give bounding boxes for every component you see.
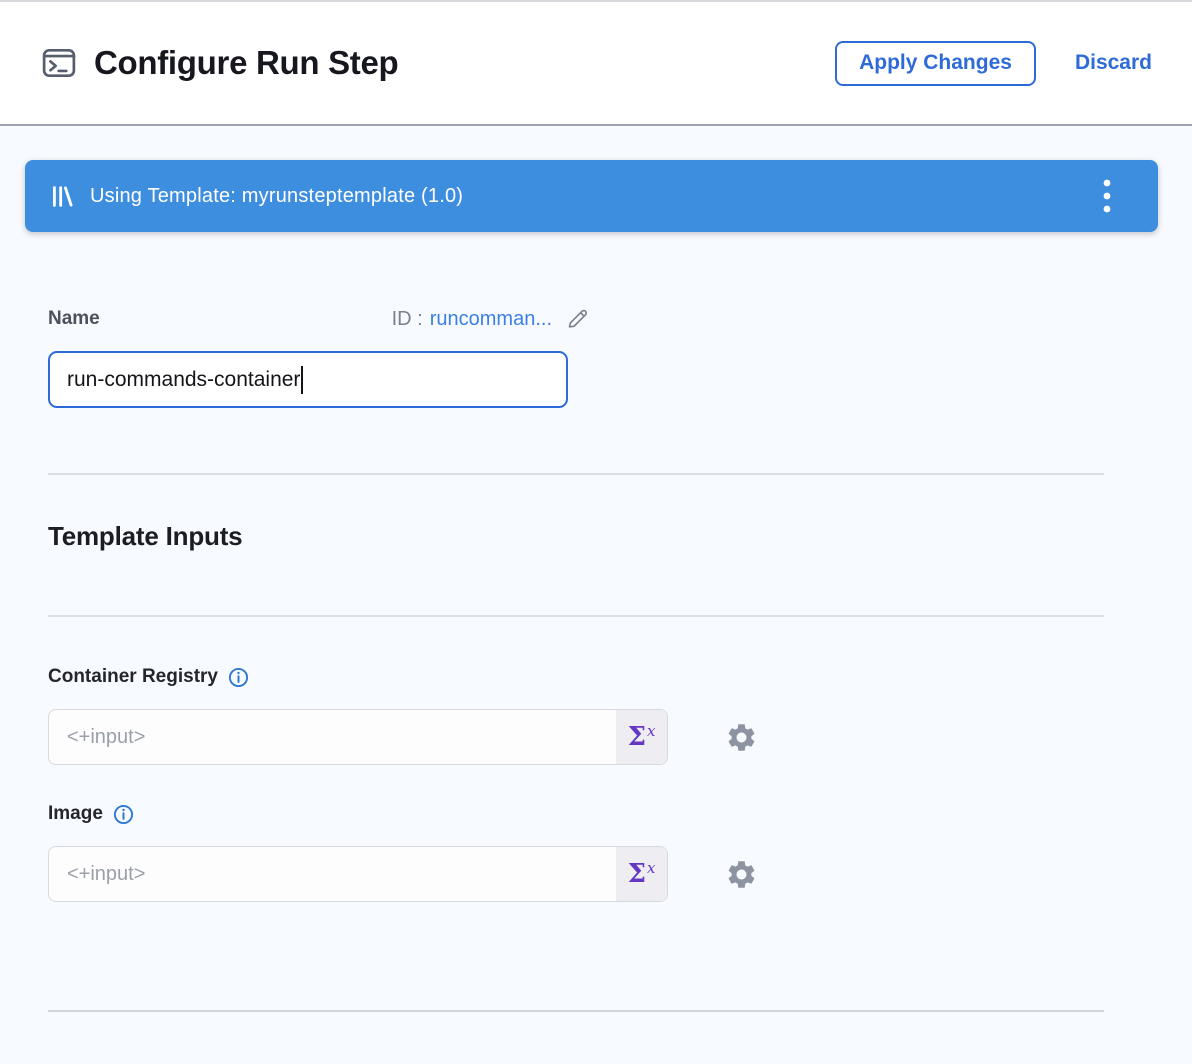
edit-pencil-icon (564, 306, 590, 332)
text-caret (301, 366, 303, 394)
gear-icon (725, 858, 758, 891)
image-settings-button[interactable] (725, 858, 758, 891)
gear-icon (725, 721, 758, 754)
step-id-group: ID : runcomman... (392, 306, 568, 332)
info-icon (113, 804, 134, 825)
edit-id-button[interactable] (564, 306, 590, 332)
container-registry-label: Container Registry (48, 666, 218, 688)
divider (48, 473, 1104, 475)
info-icon (228, 667, 249, 688)
expression-toggle-button[interactable]: Σ x (616, 710, 667, 764)
field-image: Image Σ x (48, 803, 1192, 902)
step-id-value[interactable]: runcomman... (430, 308, 552, 331)
container-registry-settings-button[interactable] (725, 721, 758, 754)
sigma-icon: Σ (628, 859, 646, 889)
configure-run-step-panel: { "header": { "icon": "terminal-icon", "… (0, 0, 1192, 1064)
kebab-menu-icon (1100, 176, 1114, 216)
name-input[interactable]: run-commands-container (48, 351, 568, 408)
image-label: Image (48, 803, 103, 825)
name-section: Name ID : runcomman... run-commands-cont… (48, 306, 568, 408)
container-registry-input[interactable] (48, 709, 668, 765)
step-id-prefix: ID : (392, 308, 423, 331)
image-info-button[interactable] (113, 804, 134, 825)
terminal-icon (40, 44, 78, 82)
discard-button[interactable]: Discard (1075, 51, 1152, 75)
template-banner: Using Template: myrunsteptemplate (1.0) (25, 160, 1158, 232)
apply-changes-button[interactable]: Apply Changes (835, 41, 1036, 86)
template-inputs-heading: Template Inputs (48, 521, 1192, 552)
image-input[interactable] (48, 846, 668, 902)
sigma-icon: Σ (628, 722, 646, 752)
template-options-menu-button[interactable] (1094, 170, 1120, 222)
name-input-value: run-commands-container (67, 368, 300, 392)
template-banner-text: Using Template: myrunsteptemplate (1.0) (90, 185, 463, 208)
field-container-registry: Container Registry Σ x (48, 666, 1192, 765)
expression-toggle-button[interactable]: Σ x (616, 847, 667, 901)
page-title: Configure Run Step (94, 44, 398, 82)
panel-header: Configure Run Step Apply Changes Discard (0, 2, 1192, 126)
template-library-icon (49, 184, 74, 209)
name-label: Name (48, 308, 100, 330)
divider (48, 615, 1104, 617)
divider (48, 1010, 1104, 1012)
container-registry-info-button[interactable] (228, 667, 249, 688)
